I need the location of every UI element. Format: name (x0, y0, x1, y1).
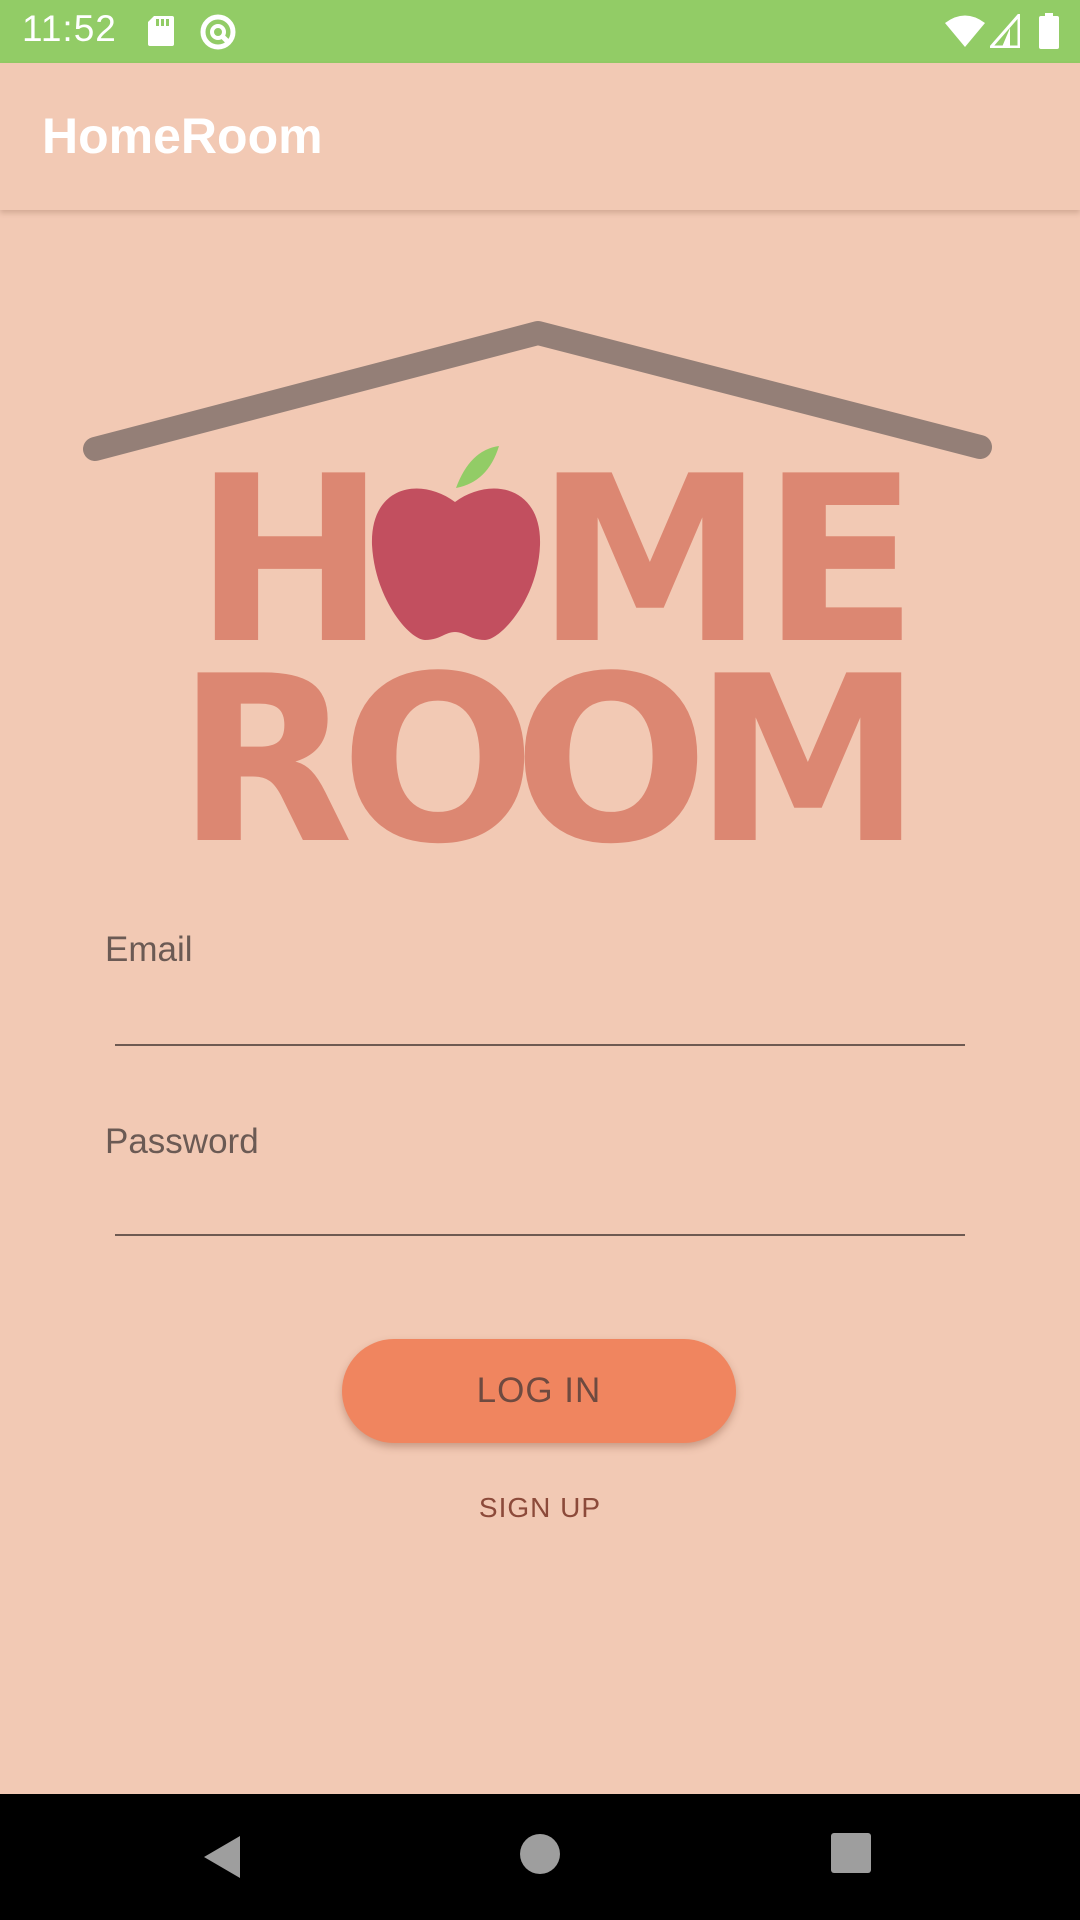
apple-icon (371, 446, 541, 640)
email-label: Email (105, 930, 193, 969)
nav-bar (0, 1794, 1080, 1920)
status-time: 11:52 (22, 8, 117, 49)
back-icon[interactable] (198, 1832, 248, 1882)
home-icon[interactable] (518, 1832, 562, 1876)
app-bar: HomeRoom (0, 63, 1080, 210)
status-bar: 11:52 (0, 0, 1080, 63)
sd-card-icon (148, 16, 174, 46)
password-field[interactable] (115, 1180, 965, 1236)
logo-letter-o1: O (340, 628, 536, 860)
logo-letter-r: R (176, 628, 353, 860)
app-title: HomeRoom (42, 108, 323, 164)
battery-icon (1039, 13, 1059, 49)
recents-icon[interactable] (830, 1832, 872, 1874)
logo-letter-m2: M (694, 628, 923, 860)
email-field[interactable] (115, 990, 965, 1046)
cell-signal-icon (990, 14, 1020, 48)
sync-icon (200, 14, 236, 50)
logo-letter-o2: O (513, 628, 709, 860)
login-button[interactable]: LOG IN (342, 1339, 736, 1443)
homeroom-logo: H M E R O O M (83, 321, 992, 860)
wifi-icon (945, 15, 985, 47)
password-label: Password (105, 1122, 259, 1161)
signup-button[interactable]: SIGN UP (440, 1483, 640, 1533)
